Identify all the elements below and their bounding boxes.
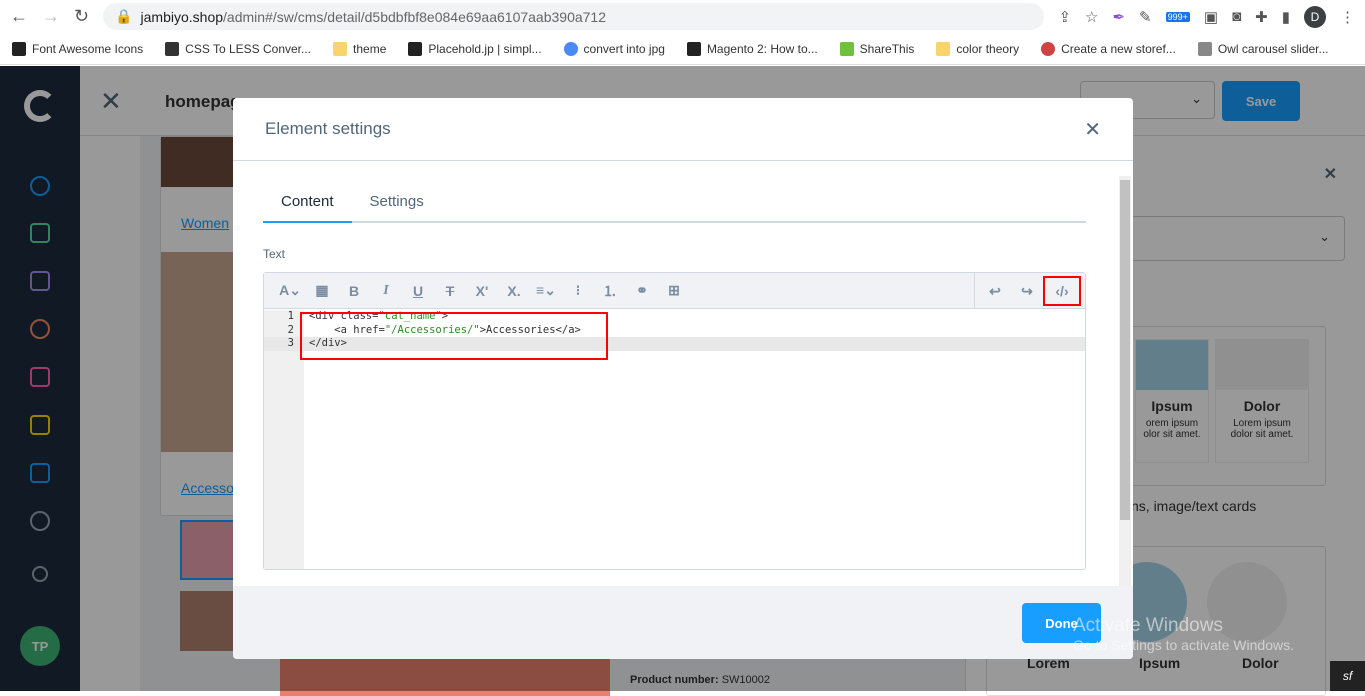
symfony-toolbar-icon[interactable]: sf: [1330, 661, 1365, 691]
undo-icon[interactable]: ↩: [979, 283, 1011, 300]
bookmark[interactable]: Placehold.jp | simpl...: [408, 41, 542, 56]
italic-icon[interactable]: I: [370, 283, 402, 299]
tab-settings[interactable]: Settings: [352, 185, 442, 221]
bookmark[interactable]: Magento 2: How to...: [686, 41, 818, 56]
modal-title: Element settings: [265, 119, 391, 138]
bookmark-label: Magento 2: How to...: [706, 41, 818, 56]
share-icon[interactable]: ⇪: [1058, 8, 1071, 26]
bookmark-icon: [12, 41, 26, 56]
sidepanel-icon[interactable]: ▮: [1282, 8, 1290, 26]
code-view-icon[interactable]: ‹/›: [1043, 276, 1081, 306]
eyedropper-extension-icon[interactable]: ✎: [1139, 8, 1152, 26]
extension-badge[interactable]: 999+: [1165, 11, 1190, 22]
share-icon: [839, 41, 854, 56]
color-icon[interactable]: ▦: [306, 282, 338, 299]
link-icon[interactable]: ⚭: [626, 282, 658, 299]
code-editor[interactable]: 1 <div class="cat_name"> 2 <a href="/Acce…: [264, 310, 1085, 569]
folder-icon: [936, 41, 951, 56]
strikethrough-icon[interactable]: T: [434, 283, 466, 299]
code-highlight-box: [300, 312, 608, 360]
bookmark[interactable]: convert into jpg: [563, 41, 665, 56]
align-icon[interactable]: ≡⌄: [530, 282, 562, 299]
bookmark-label: Create a new storef...: [1061, 41, 1176, 56]
text-field-label: Text: [263, 247, 286, 261]
magento-icon: [1041, 41, 1056, 56]
numbered-list-icon[interactable]: ⒈: [594, 281, 626, 301]
font-size-icon[interactable]: A⌄: [274, 282, 306, 299]
address-bar[interactable]: 🔒 jambiyo.shop/admin#/sw/cms/detail/d5bd…: [103, 3, 1045, 30]
bookmark[interactable]: color theory: [936, 41, 1020, 56]
bookmark[interactable]: Font Awesome Icons: [12, 41, 144, 56]
tab-content[interactable]: Content: [263, 185, 352, 223]
bookmark-label: Font Awesome Icons: [32, 41, 144, 56]
underline-icon[interactable]: U: [402, 283, 434, 299]
feather-extension-icon[interactable]: ✒: [1112, 8, 1125, 26]
profile-avatar[interactable]: D: [1304, 5, 1326, 28]
browser-toolbar: ← → ↻ 🔒 jambiyo.shop/admin#/sw/cms/detai…: [0, 0, 1365, 33]
watermark-title: Activate Windows: [1073, 615, 1223, 636]
bookmark[interactable]: Create a new storef...: [1041, 41, 1176, 56]
windows-watermark: Activate Windows Go to Settings to activa…: [1073, 615, 1294, 653]
back-icon[interactable]: ←: [10, 6, 28, 27]
bookmark[interactable]: Owl carousel slider...: [1197, 41, 1329, 56]
menu-icon[interactable]: ⋮: [1340, 8, 1355, 26]
reload-icon[interactable]: ↻: [74, 6, 89, 27]
bookmark-icon: [408, 41, 423, 56]
bookmarks-bar: Font Awesome Icons CSS To LESS Conver...…: [0, 33, 1365, 65]
bookmark-icon: [686, 41, 701, 56]
watermark-subtitle: Go to Settings to activate Windows.: [1073, 637, 1294, 653]
bookmark[interactable]: CSS To LESS Conver...: [165, 41, 312, 56]
redo-icon[interactable]: ↪: [1011, 283, 1043, 300]
search-extension-icon[interactable]: ▣: [1204, 8, 1218, 26]
close-icon[interactable]: ✕: [1084, 117, 1101, 142]
lock-icon: 🔒: [115, 8, 133, 24]
bookmark-icon: [1197, 41, 1212, 56]
puzzle-icon[interactable]: ✚: [1255, 8, 1268, 26]
bookmark-label: CSS To LESS Conver...: [185, 41, 312, 56]
scrollbar-thumb[interactable]: [1120, 180, 1130, 520]
forward-icon[interactable]: →: [42, 6, 60, 27]
bookmark-label: Owl carousel slider...: [1217, 41, 1329, 56]
bookmark-label: theme: [353, 41, 387, 56]
table-icon[interactable]: ⊞: [658, 282, 690, 299]
modal-scrollbar[interactable]: [1119, 176, 1131, 586]
modal-tabs: Content Settings: [263, 185, 1086, 223]
bookmark-label: color theory: [956, 41, 1020, 56]
bookmark[interactable]: ShareThis: [839, 41, 915, 56]
bookmark[interactable]: theme: [333, 41, 387, 56]
line-number: 2: [287, 323, 294, 336]
url-host: jambiyo.shop: [140, 8, 224, 25]
line-number: 3: [287, 337, 294, 349]
line-number: 1: [287, 310, 294, 322]
modal-footer: Done: [233, 586, 1133, 659]
bookmark-icon: [165, 41, 180, 56]
bookmark-label: Placehold.jp | simpl...: [428, 41, 542, 56]
subscript-icon[interactable]: X.: [498, 283, 530, 299]
bullet-list-icon[interactable]: ⁝: [562, 282, 594, 299]
text-editor: A⌄ ▦ B I U T X' X. ≡⌄ ⁝ ⒈ ⚭ ⊞ ↩ ↪ ‹/› 1 <…: [263, 272, 1086, 570]
camera-icon[interactable]: ◙: [1232, 8, 1241, 25]
superscript-icon[interactable]: X': [466, 283, 498, 299]
bookmark-label: ShareThis: [859, 41, 915, 56]
folder-icon: [333, 41, 348, 56]
heart-icon: [563, 41, 578, 56]
editor-toolbar: A⌄ ▦ B I U T X' X. ≡⌄ ⁝ ⒈ ⚭ ⊞ ↩ ↪ ‹/›: [264, 273, 1085, 309]
url-path: /admin#/sw/cms/detail/d5bdbfbf8e084e69aa…: [223, 8, 607, 25]
star-icon[interactable]: ☆: [1085, 8, 1098, 26]
bookmark-label: convert into jpg: [583, 41, 665, 56]
bold-icon[interactable]: B: [338, 283, 370, 299]
element-settings-modal: Element settings ✕ Content Settings Text…: [233, 98, 1133, 659]
